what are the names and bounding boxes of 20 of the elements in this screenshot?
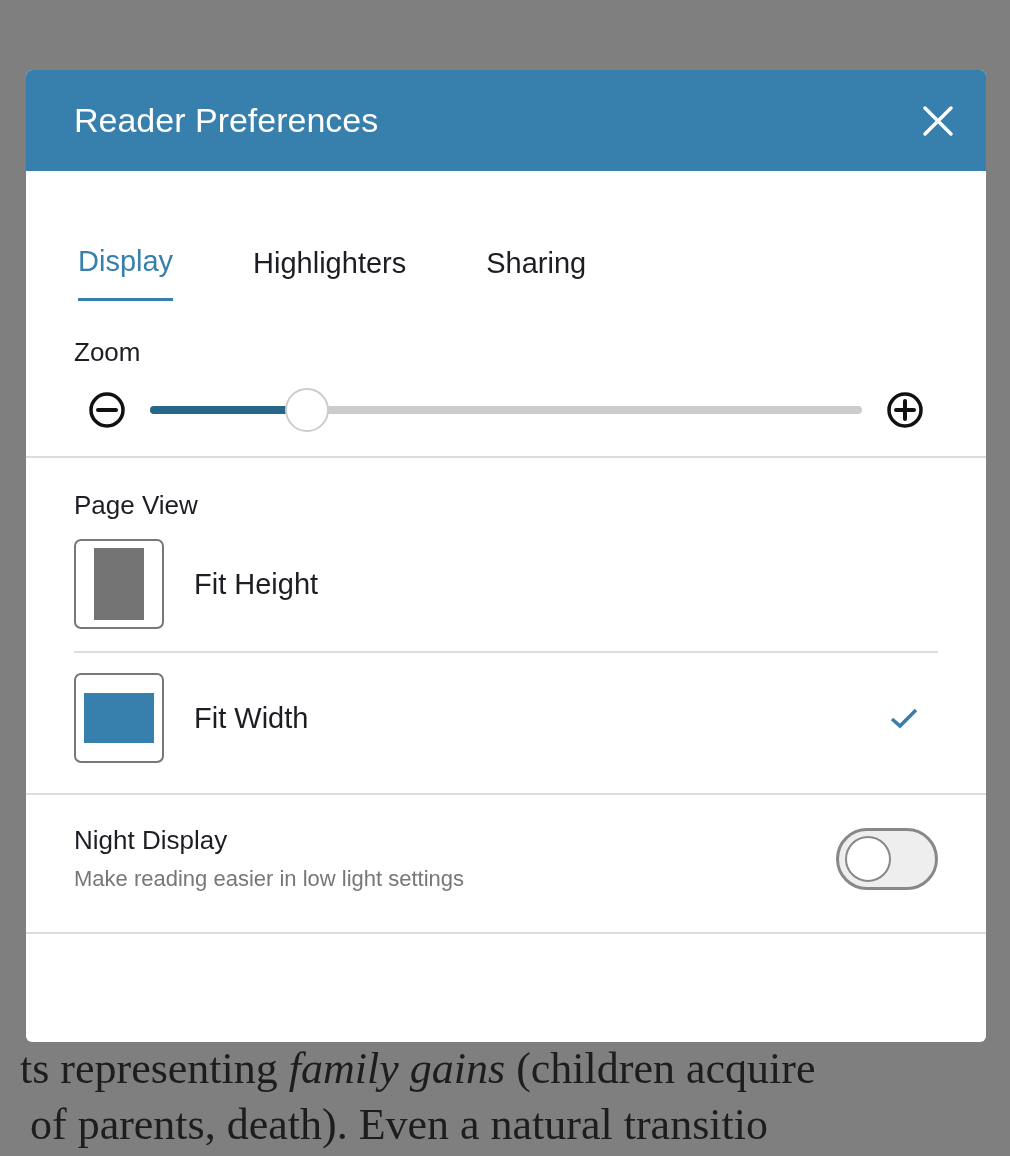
portrait-page-icon (74, 539, 164, 629)
zoom-slider[interactable] (150, 386, 862, 434)
page-view-option[interactable]: Fit Height (74, 521, 938, 647)
section-label: Page View (74, 490, 199, 521)
dialog-title: Reader Preferences (74, 101, 379, 140)
slider-thumb[interactable] (284, 388, 329, 432)
zoom-out-icon[interactable] (88, 391, 126, 429)
page-view-option[interactable]: Fit Width (74, 651, 938, 793)
page-text: of parents, death). Even a natural transitio (30, 1100, 768, 1149)
close-icon[interactable] (922, 104, 954, 137)
setting-title: Night Display (74, 825, 229, 856)
tab[interactable]: Highlighters (253, 237, 407, 301)
section-label: Zoom (74, 337, 142, 368)
tab[interactable]: Display (78, 237, 174, 301)
zoom-in-icon[interactable] (886, 391, 924, 429)
tab[interactable]: Sharing (486, 237, 587, 301)
landscape-page-icon (74, 673, 164, 763)
checkmark-icon (890, 707, 918, 729)
page-text: ts representing family gains (children acquire (20, 1044, 816, 1093)
setting-description: Make reading easier in low light settings (74, 866, 465, 892)
